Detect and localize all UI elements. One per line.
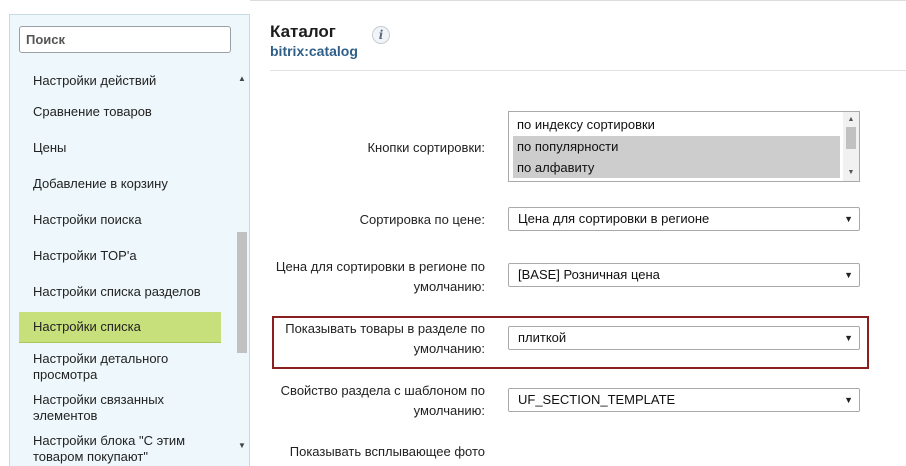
region-price-default-label: Цена для сортировки в регионе по умолчан…	[275, 259, 485, 294]
component-code: bitrix:catalog	[270, 43, 358, 59]
select-value: Цена для сортировки в регионе	[518, 211, 710, 226]
listbox-option[interactable]: по популярности	[513, 136, 840, 157]
sidebar-item-label: Сравнение товаров	[33, 104, 152, 119]
price-sort-label: Сортировка по цене:	[359, 212, 485, 227]
sidebar-item-prices[interactable]: Цены	[19, 137, 221, 159]
sidebar-item-label: Цены	[33, 140, 67, 155]
search-input[interactable]	[19, 26, 231, 53]
section-view-default-label: Показывать товары в разделе по умолчанию…	[285, 321, 485, 356]
sidebar-item-label: Настройки списка разделов	[33, 284, 201, 299]
scroll-up-icon[interactable]: ▲	[234, 72, 249, 86]
region-price-default-select[interactable]: [BASE] Розничная цена ▼	[508, 263, 860, 287]
scroll-down-icon[interactable]: ▼	[843, 166, 859, 180]
scroll-down-icon[interactable]: ▼	[234, 439, 249, 453]
top-border	[250, 0, 906, 1]
sidebar-item-list-settings[interactable]: Настройки списка	[19, 312, 221, 343]
popup-photo-label: Показывать всплывающее фото	[289, 444, 485, 459]
sidebar-item-search-settings[interactable]: Настройки поиска	[19, 209, 221, 231]
listbox-scrollbar[interactable]: ▲ ▼	[843, 112, 859, 181]
chevron-down-icon: ▼	[844, 214, 853, 224]
sidebar-item-top-settings[interactable]: Настройки TOP'а	[19, 245, 221, 267]
section-template-property-select[interactable]: UF_SECTION_TEMPLATE ▼	[508, 388, 860, 412]
settings-sidebar: Настройки действий Сравнение товаров Цен…	[9, 14, 250, 466]
select-value: [BASE] Розничная цена	[518, 267, 660, 282]
info-icon[interactable]: i	[372, 26, 390, 44]
sidebar-item-label: Настройки поиска	[33, 212, 142, 227]
chevron-down-icon: ▼	[844, 270, 853, 280]
select-value: UF_SECTION_TEMPLATE	[518, 392, 676, 407]
sidebar-item-related-elements[interactable]: Настройки связанных элементов	[19, 390, 221, 426]
sidebar-item-label: Добавление в корзину	[33, 176, 168, 191]
section-view-default-select[interactable]: плиткой ▼	[508, 326, 860, 350]
scroll-up-icon[interactable]: ▲	[843, 113, 859, 127]
sidebar-item-label: Настройки действий	[33, 73, 157, 88]
sidebar-item-actions[interactable]: Настройки действий	[19, 68, 221, 94]
sort-buttons-label: Кнопки сортировки:	[367, 140, 485, 155]
sidebar-item-detail-view[interactable]: Настройки детального просмотра	[19, 349, 221, 385]
listbox-option[interactable]: по индексу сортировки	[513, 114, 840, 135]
sidebar-item-label: Настройки детального просмотра	[33, 351, 169, 382]
section-template-property-label: Свойство раздела с шаблоном по умолчанию…	[280, 383, 485, 418]
sidebar-item-section-list[interactable]: Настройки списка разделов	[19, 281, 221, 303]
price-sort-select[interactable]: Цена для сортировки в регионе ▼	[508, 207, 860, 231]
sidebar-item-label: Настройки TOP'а	[33, 248, 137, 263]
sidebar-item-label: Настройки списка	[33, 319, 141, 334]
listbox-scroll-thumb[interactable]	[846, 127, 856, 149]
chevron-down-icon: ▼	[844, 333, 853, 343]
sidebar-item-label: Настройки связанных элементов	[33, 392, 165, 423]
sidebar-scrollbar[interactable]: ▲ ▼	[234, 67, 249, 466]
header-divider	[270, 70, 906, 71]
sort-buttons-listbox[interactable]: по индексу сортировки по популярности по…	[508, 111, 860, 182]
sidebar-item-also-bought[interactable]: Настройки блока "С этим товаром покупают…	[19, 431, 221, 466]
select-value: плиткой	[518, 330, 567, 345]
sidebar-item-compare[interactable]: Сравнение товаров	[19, 101, 221, 123]
page-title: Каталог	[270, 22, 336, 41]
sidebar-item-add-to-cart[interactable]: Добавление в корзину	[19, 173, 221, 195]
listbox-option[interactable]: по алфавиту	[513, 157, 840, 178]
sidebar-scroll-thumb[interactable]	[237, 232, 247, 353]
sidebar-item-label: Настройки блока "С этим товаром покупают…	[33, 433, 186, 464]
chevron-down-icon: ▼	[844, 395, 853, 405]
